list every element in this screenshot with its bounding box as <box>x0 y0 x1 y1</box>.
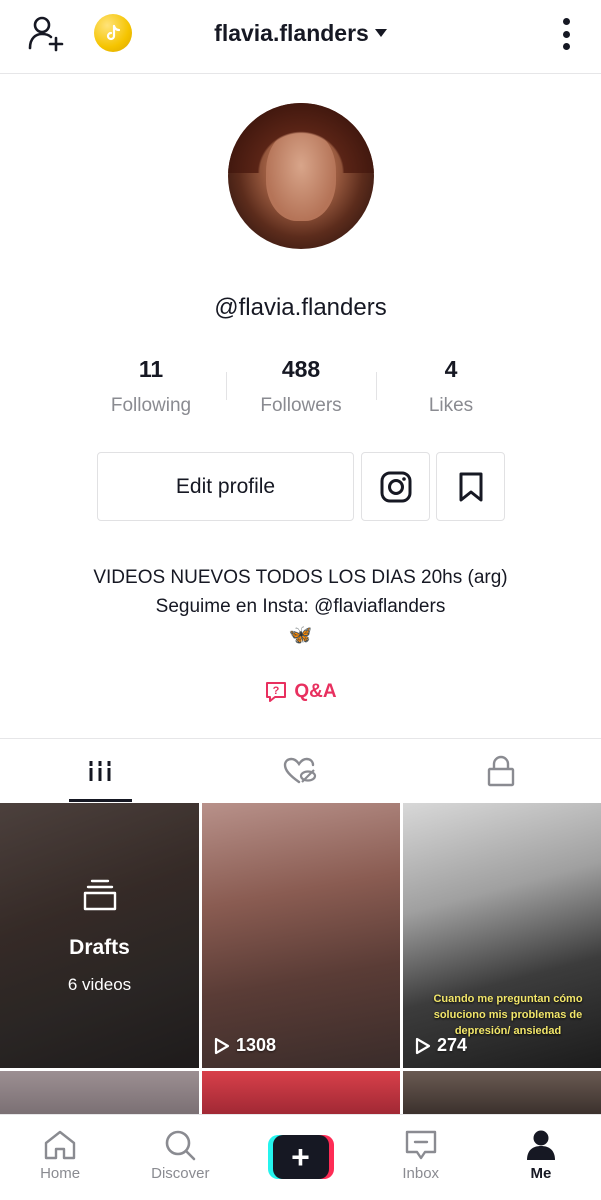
stat-likes-count: 4 <box>444 356 458 382</box>
nav-discover-label: Discover <box>151 1165 210 1182</box>
svg-text:?: ? <box>273 685 280 697</box>
tab-liked[interactable] <box>200 739 400 802</box>
view-count: 1308 <box>214 1035 276 1056</box>
edit-profile-button[interactable]: Edit profile <box>97 452 354 521</box>
home-icon <box>44 1130 76 1160</box>
play-icon <box>214 1037 230 1054</box>
account-switcher[interactable]: flavia.flanders <box>0 20 601 47</box>
tab-private[interactable] <box>401 739 601 802</box>
profile-tabs <box>0 738 601 802</box>
video-caption: Cuando me preguntan cómo soluciono mis p… <box>433 993 583 1037</box>
profile-handle: @flavia.flanders <box>214 294 387 321</box>
tab-videos[interactable] <box>0 739 200 802</box>
nav-me[interactable]: Me <box>481 1115 601 1200</box>
drafts-count: 6 videos <box>67 975 132 994</box>
stat-likes-label: Likes <box>428 395 474 416</box>
inbox-icon <box>405 1130 436 1160</box>
bottom-nav: Home Discover + Inbox Me <box>0 1114 601 1200</box>
videos-grid-icon <box>88 760 113 781</box>
qa-link[interactable]: ? Q&A <box>0 680 601 704</box>
caret-down-icon <box>374 29 387 38</box>
nav-discover[interactable]: Discover <box>120 1115 240 1200</box>
profile-icon <box>526 1130 555 1160</box>
nav-home[interactable]: Home <box>0 1115 120 1200</box>
stat-followers-count: 488 <box>281 356 321 382</box>
top-bar: flavia.flanders <box>0 0 601 74</box>
qa-icon: ? <box>266 682 287 702</box>
drafts-tile[interactable]: Drafts 6 videos <box>0 803 199 1068</box>
plus-icon: + <box>272 1135 329 1179</box>
favorites-button[interactable] <box>436 452 505 521</box>
private-lock-icon <box>487 755 515 786</box>
bio-emoji: 🦋 <box>288 625 313 646</box>
stat-followers[interactable]: 488 Followers <box>226 356 376 426</box>
header-username: flavia.flanders <box>214 20 369 46</box>
stat-likes[interactable]: 4 Likes <box>376 356 526 426</box>
stat-following[interactable]: 11 Following <box>76 356 226 426</box>
play-icon <box>415 1037 431 1054</box>
drafts-title: Drafts <box>69 936 130 959</box>
search-icon <box>165 1130 196 1161</box>
view-count: 274 <box>415 1035 467 1056</box>
view-count-value: 1308 <box>236 1035 277 1055</box>
instagram-icon <box>380 471 411 502</box>
nav-home-label: Home <box>40 1165 81 1182</box>
stat-following-label: Following <box>110 395 192 416</box>
video-tile[interactable]: Cuando me preguntan cómo soluciono mis p… <box>403 803 601 1068</box>
profile-stats: 11 Following 488 Followers 4 Likes <box>76 356 526 426</box>
video-grid: Drafts 6 videos 1308 Cuando me preguntan… <box>0 803 601 1115</box>
bio-line-1: VIDEOS NUEVOS TODOS LOS DIAS 20hs (arg) <box>93 567 508 588</box>
bookmark-icon <box>459 472 482 501</box>
bio: VIDEOS NUEVOS TODOS LOS DIAS 20hs (arg) … <box>0 563 601 650</box>
stat-followers-label: Followers <box>260 395 342 416</box>
drafts-box-icon <box>83 879 117 911</box>
nav-inbox[interactable]: Inbox <box>361 1115 481 1200</box>
nav-me-label: Me <box>530 1165 552 1182</box>
liked-hidden-icon <box>284 757 317 783</box>
view-count-value: 274 <box>437 1035 468 1055</box>
qa-label: Q&A <box>294 681 337 702</box>
video-tile[interactable]: 1308 <box>202 803 400 1068</box>
video-tile[interactable] <box>0 1071 199 1115</box>
video-tile[interactable] <box>202 1071 400 1115</box>
video-tile[interactable] <box>403 1071 601 1115</box>
stat-following-count: 11 <box>138 356 164 382</box>
nav-inbox-label: Inbox <box>402 1165 440 1182</box>
more-vertical-icon[interactable] <box>563 18 571 50</box>
avatar[interactable] <box>228 103 374 249</box>
instagram-button[interactable] <box>361 452 430 521</box>
nav-create[interactable]: + <box>240 1115 360 1200</box>
create-button[interactable]: + <box>267 1135 334 1179</box>
bio-line-2: Seguime en Insta: @flaviaflanders <box>155 596 446 617</box>
